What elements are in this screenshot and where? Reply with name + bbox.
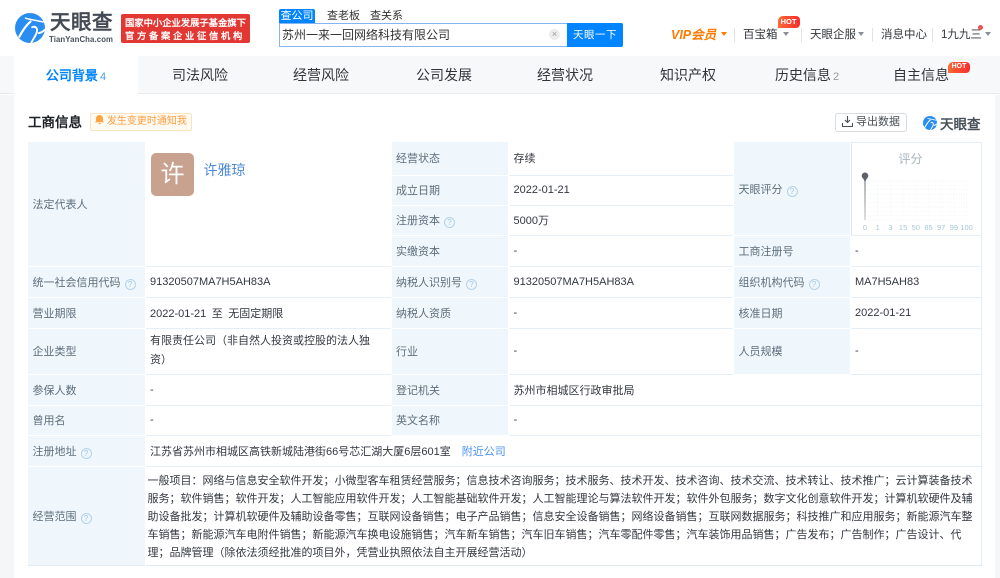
svg-text:100: 100 xyxy=(960,223,973,232)
svg-text:15: 15 xyxy=(898,223,906,232)
svg-text:0: 0 xyxy=(862,223,866,232)
svg-text:1: 1 xyxy=(875,223,879,232)
svg-text:评分: 评分 xyxy=(898,152,922,166)
svg-text:99: 99 xyxy=(949,223,957,232)
svg-text:97: 97 xyxy=(937,223,945,232)
svg-text:85: 85 xyxy=(924,223,932,232)
svg-text:50: 50 xyxy=(911,223,919,232)
svg-text:3: 3 xyxy=(888,223,892,232)
